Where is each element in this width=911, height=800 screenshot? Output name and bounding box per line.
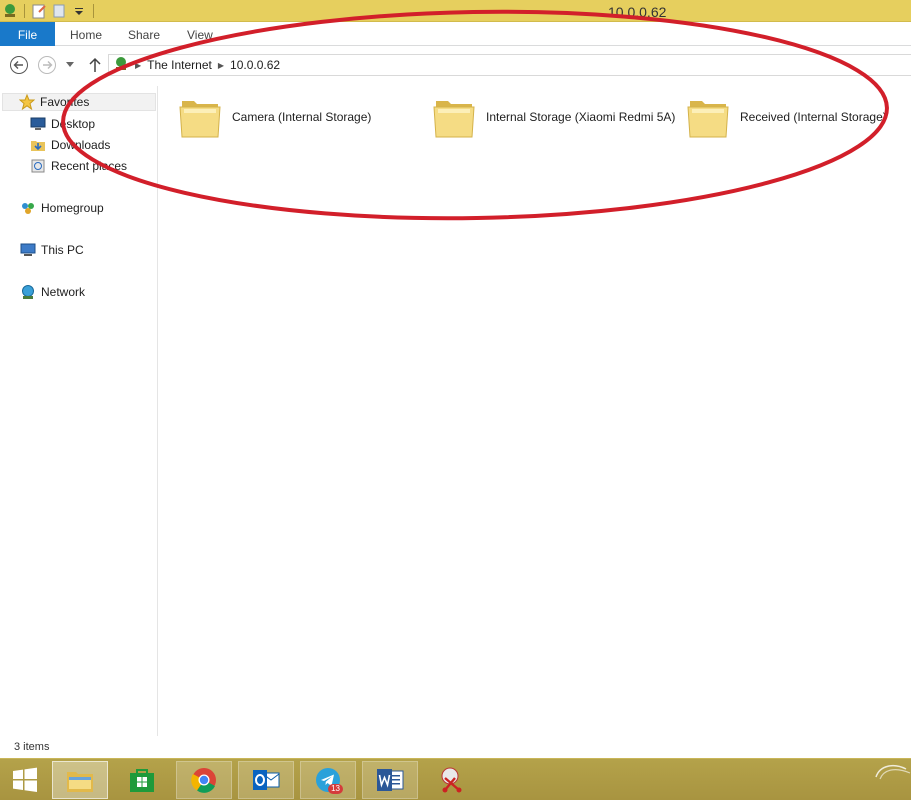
swirl-decoration-icon — [875, 764, 911, 780]
nav-label: This PC — [41, 243, 84, 257]
forward-arrow-icon — [38, 56, 56, 74]
nav-item-desktop[interactable]: Desktop — [30, 115, 95, 133]
folder-label: Internal Storage (Xiaomi Redmi 5A) — [486, 110, 676, 124]
downloads-icon — [31, 141, 45, 151]
folder-label: Camera (Internal Storage) — [232, 110, 372, 124]
navigation-pane: Favorites Desktop Downloads Recent place… — [0, 86, 158, 736]
desktop-icon — [30, 117, 46, 130]
address-bar[interactable]: ▶ The Internet ▶ 10.0.0.62 — [108, 54, 911, 76]
start-button[interactable] — [0, 761, 50, 799]
breadcrumb-chevron-icon[interactable]: ▶ — [135, 61, 141, 70]
breadcrumb-chevron-icon[interactable]: ▶ — [218, 61, 224, 70]
toolbar-separator — [24, 4, 25, 18]
nav-label: Desktop — [51, 117, 96, 131]
taskbar-chrome[interactable] — [176, 761, 232, 799]
up-arrow-icon — [89, 57, 101, 72]
taskbar-telegram[interactable]: 13 — [300, 761, 356, 799]
folder-item-received[interactable]: Received (Internal Storage) — [686, 92, 887, 142]
snipping-tool-icon — [441, 767, 462, 793]
forward-button[interactable] — [37, 55, 57, 75]
chevron-down-icon — [66, 62, 74, 67]
nav-item-favorites[interactable]: Favorites — [2, 93, 156, 111]
title-bar: 10.0.0.62 — [0, 0, 911, 22]
start-icon — [13, 767, 37, 792]
content-pane: Camera (Internal Storage) Internal Stora… — [160, 86, 911, 736]
folder-icon — [687, 101, 729, 138]
folder-icon — [179, 101, 221, 138]
breadcrumb-current[interactable]: 10.0.0.62 — [230, 58, 280, 72]
folder-item-internal-storage[interactable]: Internal Storage (Xiaomi Redmi 5A) — [432, 92, 675, 142]
tab-view[interactable]: View — [187, 22, 213, 46]
chrome-icon — [191, 768, 216, 793]
nav-item-this-pc[interactable]: This PC — [20, 241, 84, 259]
star-icon — [19, 94, 35, 110]
nav-label: Favorites — [40, 95, 90, 109]
computer-icon — [20, 243, 36, 256]
taskbar-file-explorer[interactable] — [52, 761, 108, 799]
new-folder-icon[interactable] — [51, 3, 67, 19]
status-item-count: 3 items — [14, 741, 50, 753]
taskbar: 13 — [0, 758, 911, 800]
taskbar-outlook[interactable] — [238, 761, 294, 799]
folder-icon — [433, 101, 475, 138]
taskbar-word[interactable] — [362, 761, 418, 799]
up-button[interactable] — [85, 55, 105, 75]
ribbon-tabs: File Home Share View — [0, 22, 911, 46]
file-explorer-icon — [67, 772, 93, 792]
taskbar-store[interactable] — [114, 761, 170, 799]
nav-item-downloads[interactable]: Downloads — [30, 136, 110, 154]
nav-label: Downloads — [51, 138, 111, 152]
network-location-icon — [113, 56, 129, 75]
outlook-icon — [253, 770, 280, 790]
nav-item-recent-places[interactable]: Recent places — [30, 157, 127, 175]
customize-dropdown-icon[interactable] — [71, 3, 87, 19]
nav-label: Recent places — [51, 159, 128, 173]
tab-file[interactable]: File — [0, 22, 55, 46]
nav-item-homegroup[interactable]: Homegroup — [20, 199, 104, 217]
back-button[interactable] — [9, 55, 29, 75]
nav-label: Network — [41, 285, 86, 299]
folder-label: Received (Internal Storage) — [740, 110, 887, 124]
properties-icon[interactable] — [31, 3, 47, 19]
nav-item-network[interactable]: Network — [20, 283, 85, 301]
window-title: 10.0.0.62 — [608, 4, 667, 20]
homegroup-icon — [22, 203, 34, 214]
network-icon — [22, 285, 34, 299]
store-icon — [130, 769, 154, 792]
breadcrumb-the-internet[interactable]: The Internet — [147, 58, 212, 72]
word-icon — [377, 769, 404, 791]
recent-places-icon — [31, 159, 45, 173]
taskbar-snipping-tool[interactable] — [424, 761, 480, 799]
navigation-bar: ▶ The Internet ▶ 10.0.0.62 — [0, 47, 911, 83]
nav-label: Homegroup — [41, 201, 104, 215]
folder-item-camera[interactable]: Camera (Internal Storage) — [178, 92, 371, 142]
quick-access-toolbar — [0, 2, 96, 20]
network-location-icon — [2, 3, 18, 19]
recent-locations-button[interactable] — [63, 55, 77, 75]
tab-share[interactable]: Share — [128, 22, 160, 46]
unread-badge: 13 — [328, 784, 343, 794]
tab-home[interactable]: Home — [70, 22, 102, 46]
toolbar-separator — [93, 4, 94, 18]
back-arrow-icon — [10, 56, 28, 74]
